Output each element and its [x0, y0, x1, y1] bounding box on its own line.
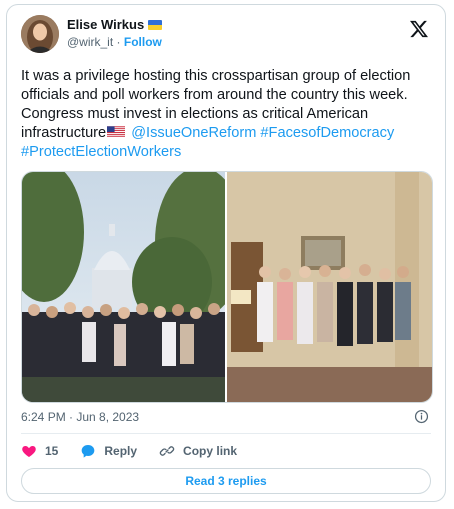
link-icon	[159, 446, 175, 456]
like-count: 15	[45, 444, 59, 458]
handle-separator: ·	[113, 35, 124, 49]
hashtag-link[interactable]: #ProtectElectionWorkers	[21, 144, 181, 160]
us-flag-icon	[107, 126, 126, 138]
ukraine-flag-icon	[148, 19, 163, 30]
hashtag-link[interactable]: #FacesofDemocracy	[260, 125, 394, 141]
author-block: Elise Wirkus @wirk_it · Follow	[67, 17, 163, 49]
author-name[interactable]: Elise Wirkus	[67, 17, 144, 32]
read-replies-button[interactable]: Read 3 replies	[21, 468, 431, 494]
group-photo-capitol-outdoors[interactable]	[22, 172, 225, 402]
mention-link[interactable]: @IssueOneReform	[131, 125, 256, 141]
heart-icon	[22, 446, 36, 457]
follow-button[interactable]: Follow	[124, 35, 162, 49]
action-bar: 15 Reply Copy link	[21, 443, 259, 459]
tweet-header: Elise Wirkus @wirk_it · Follow	[21, 15, 433, 55]
tweet-text: It was a privilege hosting this crosspar…	[21, 67, 431, 162]
reply-label: Reply	[104, 444, 138, 458]
tweet-card: Elise Wirkus @wirk_it · Follow It was a …	[6, 4, 446, 502]
media-grid	[21, 171, 433, 403]
avatar[interactable]	[21, 15, 59, 53]
copy-link-button[interactable]: Copy link	[159, 443, 237, 459]
info-icon[interactable]	[414, 409, 429, 424]
reply-button[interactable]: Reply	[80, 443, 137, 459]
x-logo-icon[interactable]	[409, 19, 429, 39]
author-handle[interactable]: @wirk_it	[67, 35, 113, 49]
reply-bubble-icon	[82, 445, 95, 458]
like-button[interactable]: 15	[21, 443, 58, 459]
divider	[21, 433, 431, 434]
tweet-timestamp[interactable]: 6:24 PM · Jun 8, 2023	[21, 410, 139, 424]
copy-link-label: Copy link	[183, 444, 238, 458]
group-photo-office-indoors[interactable]	[227, 172, 432, 402]
